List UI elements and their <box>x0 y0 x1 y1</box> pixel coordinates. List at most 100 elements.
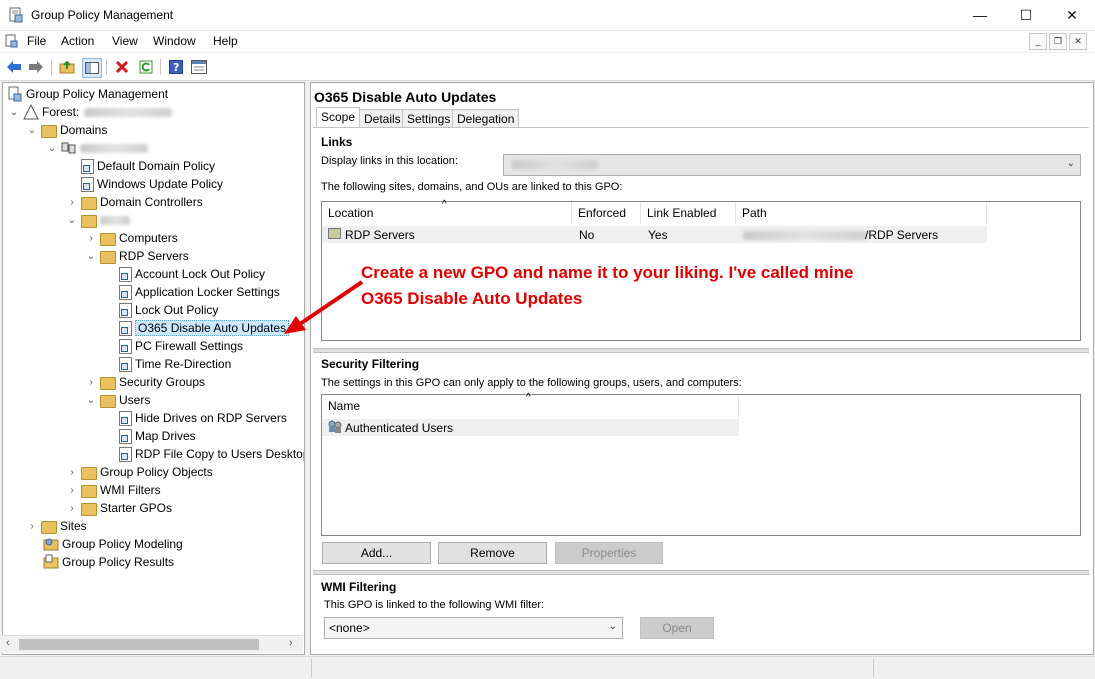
tree-item-forest[interactable]: ⌄ Forest: <box>9 103 173 121</box>
menu-view[interactable]: View <box>112 34 138 48</box>
chevron-down-icon[interactable]: ⌄ <box>9 107 19 118</box>
column-enforced[interactable]: Enforced <box>572 202 641 224</box>
chevron-down-icon[interactable]: ⌄ <box>67 215 77 226</box>
tree-item-pc-firewall-settings[interactable]: PC Firewall Settings <box>119 337 243 355</box>
tree-item-users[interactable]: ⌄ Users <box>86 391 150 409</box>
chevron-down-icon[interactable]: ⌄ <box>27 125 37 136</box>
redacted-location <box>512 160 598 169</box>
display-links-dropdown[interactable]: ⌄ <box>503 154 1081 176</box>
chevron-right-icon[interactable]: › <box>67 197 77 208</box>
tab-delegation[interactable]: Delegation <box>452 109 520 128</box>
tree-item-application-locker-settings[interactable]: Application Locker Settings <box>119 283 280 301</box>
tree-horizontal-scrollbar[interactable]: ‹ › <box>2 635 303 653</box>
section-splitter[interactable] <box>313 348 1089 353</box>
forward-arrow-icon[interactable] <box>27 58 45 76</box>
table-row[interactable]: RDP Servers No Yes /RDP Servers <box>322 226 987 243</box>
help-icon[interactable]: ? <box>167 58 185 76</box>
tree-item-sites[interactable]: › Sites <box>27 517 87 535</box>
menu-help[interactable]: Help <box>213 34 238 48</box>
tree-item-computers[interactable]: › Computers <box>86 229 178 247</box>
ou-folder-icon <box>328 227 341 243</box>
add-button[interactable]: Add... <box>322 542 431 564</box>
chevron-right-icon[interactable]: › <box>67 485 77 496</box>
scroll-right-icon[interactable]: › <box>289 637 293 649</box>
tree-item-windows-update-policy[interactable]: Windows Update Policy <box>81 175 223 193</box>
chevron-down-icon[interactable]: ⌄ <box>86 395 96 406</box>
links-section-title: Links <box>321 135 353 149</box>
remove-button[interactable]: Remove <box>438 542 547 564</box>
refresh-icon[interactable] <box>137 58 155 76</box>
security-list[interactable]: Name ^ Authenticated Users <box>321 392 1081 536</box>
maximize-button[interactable]: ☐ <box>1003 0 1049 30</box>
tree-item-ou[interactable]: ⌄ <box>67 211 130 229</box>
column-link-enabled[interactable]: Link Enabled <box>641 202 736 224</box>
chevron-right-icon[interactable]: › <box>67 467 77 478</box>
modeling-icon <box>43 536 59 552</box>
column-path[interactable]: Path <box>736 202 987 224</box>
tree-item-security-groups[interactable]: › Security Groups <box>86 373 205 391</box>
window-title: Group Policy Management <box>31 8 174 22</box>
tree-item-wmi-filters[interactable]: › WMI Filters <box>67 481 161 499</box>
tree-item-domains[interactable]: ⌄ Domains <box>27 121 107 139</box>
properties-button[interactable]: Properties <box>555 542 663 564</box>
menu-action[interactable]: Action <box>61 34 94 48</box>
gpo-link-icon <box>81 176 94 192</box>
chevron-right-icon[interactable]: › <box>67 503 77 514</box>
menu-window[interactable]: Window <box>153 34 196 48</box>
tree-item-o365-disable-auto-updates[interactable]: O365 Disable Auto Updates <box>119 319 290 337</box>
tree-item-group-policy-objects[interactable]: › Group Policy Objects <box>67 463 213 481</box>
menu-file[interactable]: File <box>27 34 46 48</box>
close-button[interactable]: ✕ <box>1049 0 1095 30</box>
mdi-restore-icon[interactable]: ❐ <box>1049 33 1067 50</box>
chevron-right-icon[interactable]: › <box>86 233 96 244</box>
tab-scope[interactable]: Scope <box>316 107 361 127</box>
column-name[interactable]: Name ^ <box>322 392 739 417</box>
open-button[interactable]: Open <box>640 617 714 639</box>
tree-item-map-drives[interactable]: Map Drives <box>119 427 196 445</box>
tree-item-group-policy-management[interactable]: Group Policy Management <box>7 85 168 103</box>
minimize-button[interactable]: — <box>957 0 1003 30</box>
up-folder-icon[interactable] <box>58 58 76 76</box>
gpo-link-icon <box>119 410 132 426</box>
tree-item-hide-drives[interactable]: Hide Drives on RDP Servers <box>119 409 287 427</box>
tab-details[interactable]: Details <box>359 109 406 128</box>
mdi-minimize-icon[interactable]: _ <box>1029 33 1047 50</box>
scroll-left-icon[interactable]: ‹ <box>6 637 10 649</box>
tree-item-domain[interactable]: ⌄ <box>47 139 148 157</box>
chevron-right-icon[interactable]: › <box>27 521 37 532</box>
tree-item-rdp-file-copy[interactable]: RDP File Copy to Users Desktop <box>119 445 304 463</box>
tree-item-time-redirection[interactable]: Time Re-Direction <box>119 355 231 373</box>
mdi-controls: _ ❐ ✕ <box>1027 33 1087 50</box>
section-splitter[interactable] <box>313 570 1089 575</box>
chevron-down-icon[interactable]: ⌄ <box>86 251 96 262</box>
tree-item-rdp-servers[interactable]: ⌄ RDP Servers <box>86 247 189 265</box>
tree-item-group-policy-modeling[interactable]: Group Policy Modeling <box>43 535 183 553</box>
show-hide-tree-icon[interactable] <box>82 58 102 78</box>
folder-icon <box>81 466 97 480</box>
delete-icon[interactable] <box>113 58 131 76</box>
mdi-close-icon[interactable]: ✕ <box>1069 33 1087 50</box>
tree-item-domain-controllers[interactable]: › Domain Controllers <box>67 193 203 211</box>
wmi-filter-dropdown[interactable]: <none> ⌄ <box>324 617 623 639</box>
properties-icon[interactable] <box>190 58 208 76</box>
table-row[interactable]: Authenticated Users <box>322 419 739 436</box>
gpo-link-icon <box>119 428 132 444</box>
menu-bar: File Action View Window Help <box>0 31 1095 52</box>
security-description: The settings in this GPO can only apply … <box>321 377 742 389</box>
gpo-link-icon <box>119 266 132 282</box>
column-location[interactable]: Location ^ <box>322 199 572 224</box>
back-arrow-icon[interactable] <box>5 58 23 76</box>
scroll-thumb[interactable] <box>19 639 259 650</box>
tree-item-group-policy-results[interactable]: Group Policy Results <box>43 553 174 571</box>
folder-icon <box>81 502 97 516</box>
tree-item-lock-out-policy[interactable]: Lock Out Policy <box>119 301 218 319</box>
mmc-menu-icon[interactable] <box>5 34 19 48</box>
tree-item-default-domain-policy[interactable]: Default Domain Policy <box>81 157 215 175</box>
tab-settings[interactable]: Settings <box>402 109 456 128</box>
chevron-down-icon[interactable]: ⌄ <box>47 143 57 154</box>
chevron-right-icon[interactable]: › <box>86 377 96 388</box>
ou-folder-icon <box>81 196 97 210</box>
ou-folder-icon <box>100 232 116 246</box>
tree-item-starter-gpos[interactable]: › Starter GPOs <box>67 499 172 517</box>
tree-item-account-lockout-policy[interactable]: Account Lock Out Policy <box>119 265 265 283</box>
